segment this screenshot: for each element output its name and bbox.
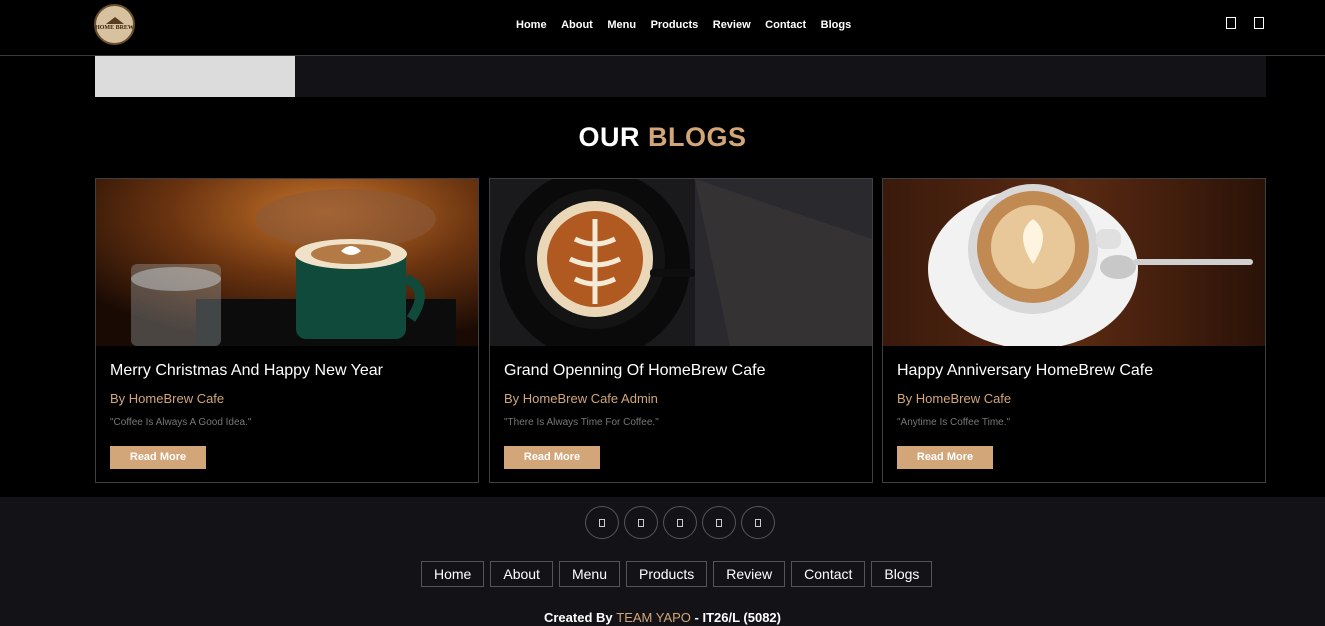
nav-review[interactable]: Review <box>713 18 751 32</box>
credit-suffix: - IT26/L (5082) <box>694 610 781 625</box>
blog-quote: "There Is Always Time For Coffee." <box>504 417 659 428</box>
footer-nav-products[interactable]: Products <box>625 561 708 587</box>
site-footer: Home About Menu Products Review Contact … <box>0 497 1325 626</box>
main-nav: Home About Menu Products Review Contact … <box>516 18 866 32</box>
logo[interactable]: HOME BREW <box>94 4 135 45</box>
read-more-button[interactable]: Read More <box>897 446 993 469</box>
blog-card: Merry Christmas And Happy New Year By Ho… <box>95 178 479 483</box>
blog-image <box>883 179 1265 346</box>
blog-image <box>96 179 478 346</box>
blog-quote: "Coffee Is Always A Good Idea." <box>110 417 252 428</box>
banner-image <box>95 56 295 97</box>
footer-nav-about[interactable]: About <box>490 561 553 587</box>
section-title-accent: BLOGS <box>648 122 747 152</box>
blog-card: Grand Openning Of HomeBrew Cafe By HomeB… <box>489 178 873 483</box>
blog-author: By HomeBrew Cafe Admin <box>504 391 658 406</box>
footer-credit: Created By TEAM YAPO - IT26/L (5082) <box>0 610 1325 625</box>
credit-prefix: Created By <box>543 610 613 625</box>
read-more-button[interactable]: Read More <box>110 446 206 469</box>
footer-nav-menu[interactable]: Menu <box>558 561 620 587</box>
footer-nav-blogs[interactable]: Blogs <box>871 561 933 587</box>
footer-nav: Home About Menu Products Review Contact … <box>421 561 933 587</box>
blog-author: By HomeBrew Cafe <box>110 391 225 406</box>
nav-about[interactable]: About <box>561 18 593 32</box>
read-more-button[interactable]: Read More <box>504 446 600 469</box>
instagram-icon[interactable] <box>663 506 697 539</box>
nav-contact[interactable]: Contact <box>765 18 806 32</box>
blog-quote: "Anytime Is Coffee Time." <box>897 417 1011 428</box>
blog-title[interactable]: Happy Anniversary HomeBrew Cafe <box>897 362 1153 380</box>
nav-products[interactable]: Products <box>651 18 699 32</box>
blog-title[interactable]: Grand Openning Of HomeBrew Cafe <box>504 362 765 380</box>
nav-blogs[interactable]: Blogs <box>821 18 852 32</box>
logo-text: HOME BREW <box>95 25 134 31</box>
blog-author: By HomeBrew Cafe <box>897 391 1012 406</box>
credit-team[interactable]: TEAM YAPO <box>616 610 691 625</box>
nav-menu[interactable]: Menu <box>607 18 636 32</box>
facebook-icon[interactable] <box>585 506 619 539</box>
section-title-main: OUR <box>578 122 640 152</box>
footer-nav-home[interactable]: Home <box>421 561 485 587</box>
cart-icon[interactable] <box>1254 17 1264 29</box>
pinterest-icon[interactable] <box>741 506 775 539</box>
blog-image <box>490 179 872 346</box>
twitter-icon[interactable] <box>624 506 658 539</box>
section-title: OUR BLOGS <box>0 122 1325 153</box>
linkedin-icon[interactable] <box>702 506 736 539</box>
footer-nav-review[interactable]: Review <box>713 561 786 587</box>
footer-nav-contact[interactable]: Contact <box>791 561 866 587</box>
nav-home[interactable]: Home <box>516 18 547 32</box>
blog-title[interactable]: Merry Christmas And Happy New Year <box>110 362 383 380</box>
banner-strip <box>95 56 1266 97</box>
social-links <box>585 506 775 539</box>
house-icon <box>105 17 124 24</box>
search-icon[interactable] <box>1226 17 1236 29</box>
blog-card: Happy Anniversary HomeBrew Cafe By HomeB… <box>882 178 1266 483</box>
site-header: HOME BREW Home About Menu Products Revie… <box>0 0 1325 56</box>
